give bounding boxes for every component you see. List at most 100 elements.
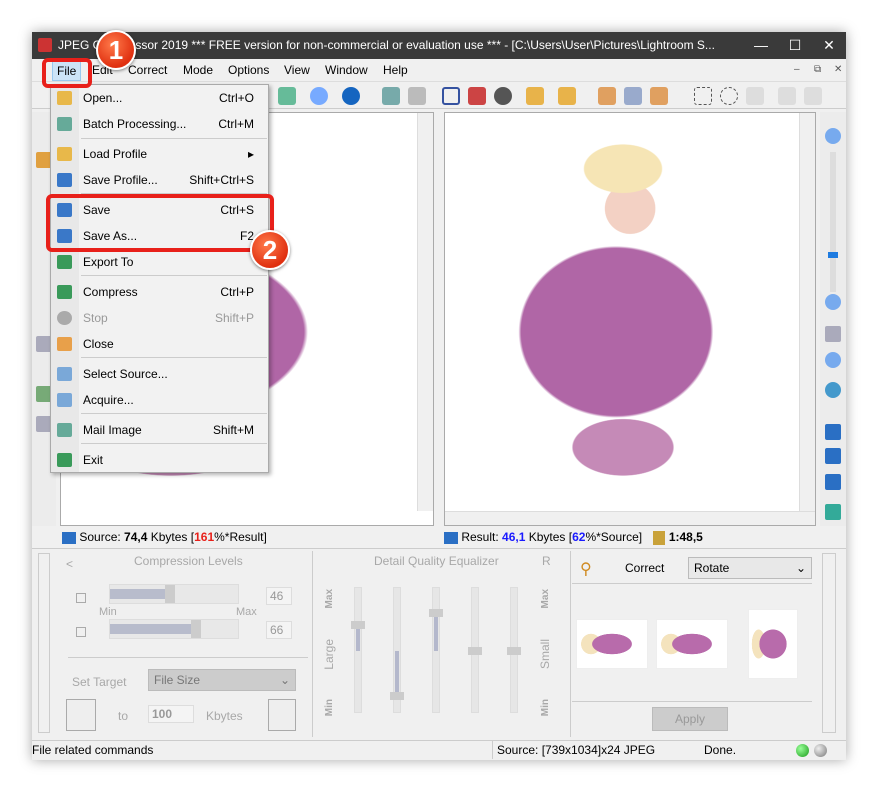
step-1-badge: 1: [96, 30, 136, 70]
source-suffix: %*Result]: [214, 530, 267, 544]
menu-item-shortcut: Shift+Ctrl+S: [189, 173, 254, 187]
min-label: Min: [99, 606, 117, 618]
equalizer-slider[interactable]: [507, 587, 521, 713]
pan-icon[interactable]: [650, 87, 668, 105]
mdi-restore-button[interactable]: ⧉: [814, 64, 821, 75]
slider-thumb[interactable]: [191, 620, 201, 638]
zoom-out-icon[interactable]: [825, 294, 841, 310]
actual-size-icon[interactable]: [825, 352, 841, 368]
right-splitter[interactable]: [822, 553, 836, 733]
mail-icon[interactable]: [278, 87, 296, 105]
correct-mode-value: Rotate: [694, 561, 730, 575]
center-icon[interactable]: [825, 382, 841, 398]
compression-slider-2[interactable]: [109, 619, 239, 639]
menu-item-save-profile[interactable]: Save Profile... Shift+Ctrl+S: [51, 168, 268, 192]
maximize-button[interactable]: ☐: [778, 32, 812, 59]
close-button[interactable]: ✕: [812, 32, 846, 59]
menu-item-select-source[interactable]: Select Source...: [51, 362, 268, 386]
target-mode-select[interactable]: File Size ⌄: [148, 669, 296, 691]
target-size-input[interactable]: 100: [148, 705, 194, 723]
compare-icon[interactable]: [382, 87, 400, 105]
ellipse-select-icon[interactable]: [720, 87, 738, 105]
minimize-button[interactable]: —: [744, 32, 778, 59]
result-vertical-scrollbar[interactable]: [799, 113, 815, 511]
hand-icon[interactable]: [598, 87, 616, 105]
equalizer-thumb[interactable]: [507, 647, 521, 655]
slider-thumb[interactable]: [165, 585, 175, 603]
single-view-icon[interactable]: [825, 448, 841, 464]
equalizer-slider[interactable]: [468, 587, 482, 713]
check-icon[interactable]: [558, 87, 576, 105]
exit-icon: [57, 453, 72, 467]
compression-slider-1[interactable]: [109, 584, 239, 604]
rotate-left-preview[interactable]: [576, 619, 648, 669]
window-view-icon[interactable]: [825, 474, 841, 490]
invert-select-icon[interactable]: [804, 87, 822, 105]
equalizer-thumb[interactable]: [351, 621, 365, 629]
to-label: to: [118, 709, 129, 723]
zoom-slider[interactable]: [828, 152, 838, 292]
edit-icon[interactable]: [526, 87, 544, 105]
zoom-in-icon[interactable]: [825, 128, 841, 144]
fit-target-button[interactable]: [268, 699, 296, 731]
rect-select-icon[interactable]: [694, 87, 712, 105]
equalizer-slider[interactable]: [429, 587, 443, 713]
menu-item-exit[interactable]: Exit: [51, 448, 268, 472]
equalizer-thumb[interactable]: [390, 692, 404, 700]
help-icon[interactable]: [342, 87, 360, 105]
target-file-button[interactable]: [66, 699, 96, 731]
menu-item-open[interactable]: Open... Ctrl+O: [51, 86, 268, 110]
menu-correct[interactable]: Correct: [128, 63, 167, 77]
equalizer-thumb[interactable]: [468, 647, 482, 655]
resize-icon[interactable]: [468, 87, 486, 105]
zoom-select-icon[interactable]: [624, 87, 642, 105]
menu-help[interactable]: Help: [383, 63, 408, 77]
menu-view[interactable]: View: [284, 63, 310, 77]
kbytes-label: Kbytes: [206, 709, 243, 723]
info-icon[interactable]: [310, 87, 328, 105]
equalizer-slider[interactable]: [351, 587, 365, 713]
menu-item-export-to[interactable]: Export To: [51, 250, 268, 274]
mdi-close-button[interactable]: ✕: [834, 64, 842, 75]
result-horizontal-scrollbar[interactable]: [445, 511, 815, 525]
menu-item-stop[interactable]: Stop Shift+P: [51, 306, 268, 330]
eye-icon[interactable]: [494, 87, 512, 105]
level-1-value[interactable]: 46: [266, 587, 292, 605]
reset-button[interactable]: R: [542, 554, 551, 568]
equalizer-thumb[interactable]: [429, 609, 443, 617]
menu-item-acquire[interactable]: Acquire...: [51, 388, 268, 412]
paste-icon[interactable]: [408, 87, 426, 105]
equalizer-slider[interactable]: [390, 587, 404, 713]
menu-separator: [81, 413, 267, 414]
level-2-value[interactable]: 66: [266, 621, 292, 639]
menu-item-batch-processing[interactable]: Batch Processing... Ctrl+M: [51, 112, 268, 136]
load-profile-icon: [57, 147, 72, 161]
mdi-minimize-button[interactable]: –: [794, 64, 800, 75]
correct-mode-select[interactable]: Rotate ⌄: [688, 557, 812, 579]
split-view-icon[interactable]: [825, 424, 841, 440]
menu-item-label: Stop: [83, 311, 108, 325]
fit-icon[interactable]: [825, 326, 841, 342]
left-splitter[interactable]: [38, 553, 50, 733]
deselect-icon[interactable]: [778, 87, 796, 105]
target-mode-value: File Size: [154, 673, 201, 687]
result-image-panel: [444, 112, 816, 526]
menu-mode[interactable]: Mode: [183, 63, 213, 77]
large-label: Large: [322, 639, 336, 670]
source-vertical-scrollbar[interactable]: [417, 113, 433, 511]
lasso-icon[interactable]: [746, 87, 764, 105]
menu-item-mail-image[interactable]: Mail Image Shift+M: [51, 418, 268, 442]
rotate-right-preview[interactable]: [748, 609, 798, 679]
collapse-button[interactable]: <: [66, 557, 73, 571]
menu-options[interactable]: Options: [228, 63, 269, 77]
correct-label: Correct: [625, 561, 665, 575]
rotate-180-preview[interactable]: [656, 619, 728, 669]
menu-item-compress[interactable]: Compress Ctrl+P: [51, 280, 268, 304]
refresh-icon[interactable]: [825, 504, 841, 520]
menu-item-load-profile[interactable]: Load Profile ▸: [51, 142, 268, 166]
crop-icon[interactable]: [442, 87, 460, 105]
apply-button[interactable]: Apply: [652, 707, 728, 731]
compression-title: Compression Levels: [134, 554, 243, 568]
menu-item-close[interactable]: Close: [51, 332, 268, 356]
menu-window[interactable]: Window: [325, 63, 368, 77]
